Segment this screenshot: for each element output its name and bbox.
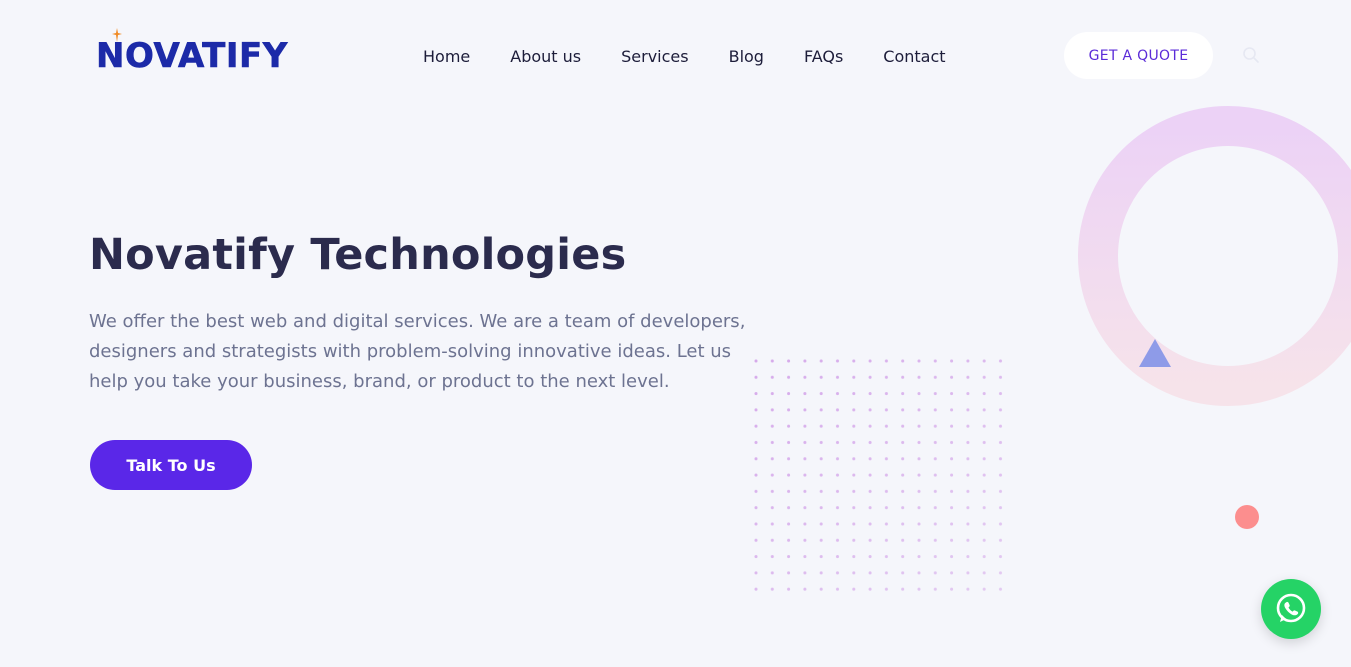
whatsapp-chat-button[interactable] [1261, 579, 1321, 639]
triangle-decoration [1139, 339, 1171, 367]
novatify-logo[interactable]: NOVATIFY [96, 28, 288, 77]
nav-faqs[interactable]: FAQs [804, 47, 843, 66]
get-a-quote-button[interactable]: GET A QUOTE [1064, 32, 1213, 79]
search-icon[interactable] [1242, 46, 1260, 64]
dot-grid-decoration [750, 355, 1006, 595]
site-header: NOVATIFY Home About us Services Blog FAQ… [0, 0, 1351, 110]
hero-title: Novatify Technologies [89, 230, 627, 280]
spark-icon [112, 28, 122, 42]
talk-to-us-button[interactable]: Talk To Us [90, 440, 252, 490]
nav-services[interactable]: Services [621, 47, 688, 66]
nav-contact[interactable]: Contact [883, 47, 945, 66]
main-nav: Home About us Services Blog FAQs Contact [423, 44, 946, 68]
nav-home[interactable]: Home [423, 47, 470, 66]
nav-about-us[interactable]: About us [510, 47, 581, 66]
logo-text: NOVATIFY [96, 36, 288, 77]
ring-decoration [1078, 106, 1351, 406]
hero-description: We offer the best web and digital servic… [89, 311, 746, 392]
whatsapp-icon [1276, 593, 1306, 623]
coral-dot-decoration [1235, 505, 1259, 529]
nav-blog[interactable]: Blog [729, 47, 764, 66]
